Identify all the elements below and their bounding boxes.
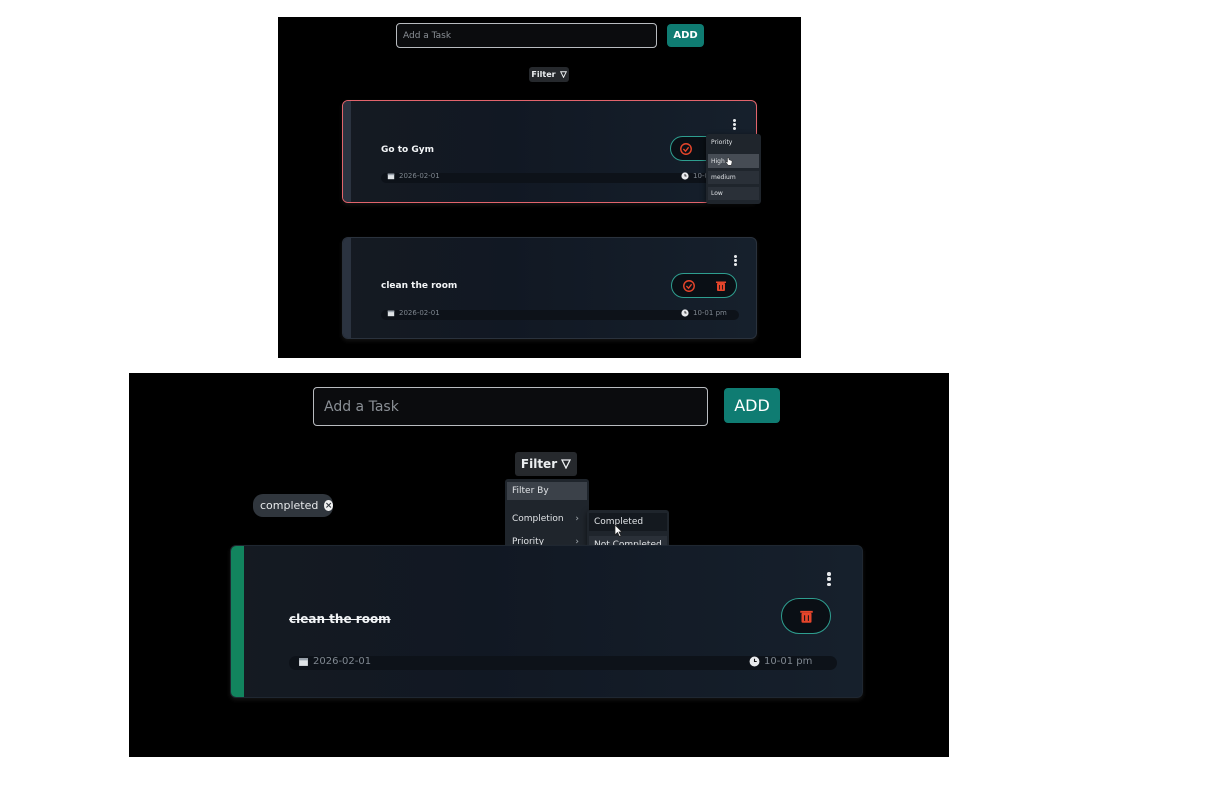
priority-menu-header: Priority — [711, 138, 733, 146]
filter-button[interactable]: Filter — [515, 452, 577, 476]
complete-toggle-icon[interactable] — [682, 279, 696, 293]
task-input[interactable]: Add a Task — [313, 387, 708, 426]
filter-icon — [561, 459, 572, 469]
option-completed[interactable]: Completed — [589, 513, 667, 531]
clock-icon — [681, 309, 689, 317]
task-card: clean the room 2026-02-01 10-01 pm — [342, 237, 757, 339]
add-button[interactable]: ADD — [667, 24, 704, 47]
calendar-icon — [299, 658, 308, 666]
filter-menu-completion[interactable]: Completion › — [507, 510, 587, 528]
task-card: clean the room 2026-02-01 10-01 pm — [230, 545, 863, 698]
task-time: 10-01 pm — [749, 656, 812, 667]
card-stripe-completed — [231, 546, 244, 697]
filter-button[interactable]: Filter — [529, 67, 569, 82]
calendar-icon — [387, 173, 395, 180]
task-date: 2026-02-01 — [298, 656, 371, 667]
task-time: 10-0 — [681, 172, 709, 180]
priority-menu: Priority High medium Low — [706, 134, 761, 204]
trash-icon[interactable] — [799, 609, 814, 624]
task-actions — [671, 273, 737, 298]
filter-icon — [559, 71, 567, 78]
clock-icon — [749, 656, 760, 667]
card-stripe — [343, 238, 351, 338]
more-options-icon[interactable] — [733, 255, 737, 266]
task-card: Go to Gym 2026-02-01 10-0 — [342, 100, 757, 203]
calendar-icon — [387, 310, 395, 317]
more-options-icon[interactable] — [827, 572, 831, 586]
remove-filter-icon[interactable]: × — [324, 500, 333, 511]
chevron-right-icon: › — [575, 514, 579, 524]
priority-option-medium[interactable]: medium — [708, 171, 759, 184]
priority-option-high[interactable]: High — [708, 154, 759, 168]
task-actions — [781, 598, 831, 634]
task-title: clean the room — [381, 281, 458, 291]
task-title: Go to Gym — [381, 145, 434, 155]
active-filter-chip: completed × — [253, 494, 333, 517]
task-date: 2026-02-01 — [387, 309, 440, 317]
card-stripe — [343, 101, 351, 202]
cursor-hand-icon — [725, 156, 733, 165]
priority-option-low[interactable]: Low — [708, 187, 759, 200]
task-input[interactable]: Add a Task — [396, 23, 657, 48]
screenshot-priority-menu: Add a Task ADD Filter Go to Gym 2026-02-… — [278, 17, 801, 358]
filter-menu-header: Filter By — [507, 482, 587, 500]
add-button[interactable]: ADD — [724, 388, 780, 423]
complete-toggle-icon[interactable] — [679, 142, 693, 156]
screenshot-filter-menu: Add a Task ADD Filter completed × Filter… — [129, 373, 949, 757]
more-options-icon[interactable] — [732, 119, 736, 130]
task-time: 10-01 pm — [681, 309, 727, 317]
trash-icon[interactable] — [715, 280, 727, 292]
task-title: clean the room — [289, 612, 391, 626]
mouse-pointer-icon — [614, 524, 623, 537]
clock-icon — [681, 172, 689, 180]
task-date: 2026-02-01 — [387, 172, 440, 180]
